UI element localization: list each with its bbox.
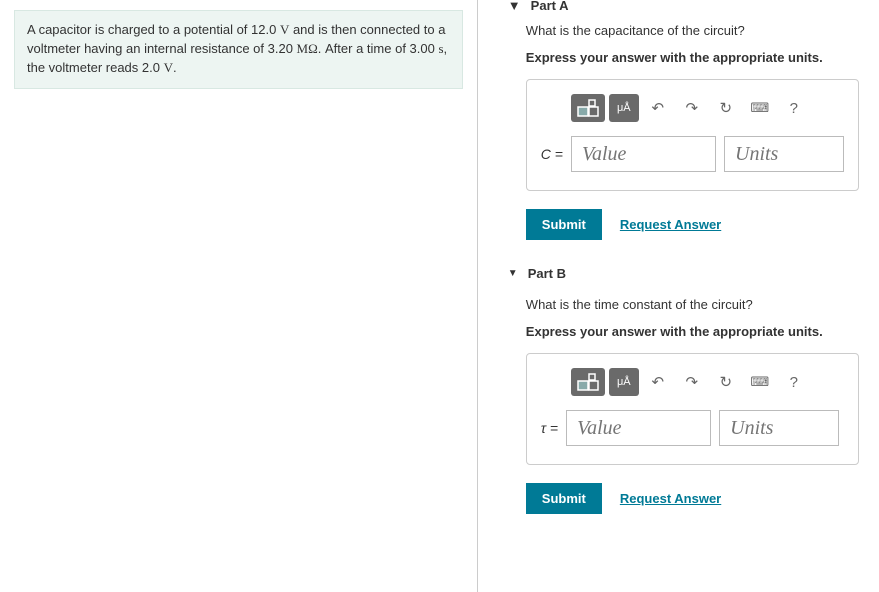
problem-statement: A capacitor is charged to a potential of…: [14, 10, 463, 89]
part-a-question: What is the capacitance of the circuit?: [526, 23, 859, 38]
unit-mohm: MΩ: [297, 41, 318, 56]
unit-v: V: [164, 60, 173, 75]
part-a-answer-row: C =: [541, 136, 844, 172]
part-b-toolbar: μÅ ↶ ↷ ↻ ⌨ ?: [571, 368, 844, 396]
part-b-answer-row: τ =: [541, 410, 844, 446]
part-b-variable: τ =: [541, 420, 558, 436]
part-a-variable: C =: [541, 146, 563, 162]
part-a-value-input[interactable]: [571, 136, 716, 172]
part-a-request-answer-link[interactable]: Request Answer: [620, 217, 721, 232]
part-b-request-answer-link[interactable]: Request Answer: [620, 491, 721, 506]
part-a-units-input[interactable]: [724, 136, 844, 172]
reset-icon[interactable]: ↻: [711, 94, 741, 122]
problem-text: A capacitor is charged to a potential of…: [27, 22, 280, 37]
redo-icon[interactable]: ↷: [677, 94, 707, 122]
chevron-down-icon: ▼: [508, 0, 521, 13]
help-icon[interactable]: ?: [779, 368, 809, 396]
left-panel: A capacitor is charged to a potential of…: [0, 0, 477, 592]
part-b-label: Part B: [528, 266, 566, 281]
part-b-value-input[interactable]: [566, 410, 711, 446]
keyboard-icon[interactable]: ⌨: [745, 94, 775, 122]
undo-icon[interactable]: ↶: [643, 94, 673, 122]
part-b-question: What is the time constant of the circuit…: [526, 297, 859, 312]
help-icon[interactable]: ?: [779, 94, 809, 122]
right-panel: ▼ Part A What is the capacitance of the …: [477, 0, 879, 592]
part-b-units-input[interactable]: [719, 410, 839, 446]
part-b-header[interactable]: ▼ Part B: [498, 258, 859, 287]
keyboard-icon[interactable]: ⌨: [745, 368, 775, 396]
part-b-body: What is the time constant of the circuit…: [498, 287, 859, 532]
redo-icon[interactable]: ↷: [677, 368, 707, 396]
part-b-instruction: Express your answer with the appropriate…: [526, 324, 859, 339]
part-a-toolbar: μÅ ↶ ↷ ↻ ⌨ ?: [571, 94, 844, 122]
problem-text: . After a time of 3.00: [318, 41, 439, 56]
template-icon[interactable]: [571, 368, 605, 396]
problem-text: .: [173, 60, 177, 75]
part-b-submit-row: Submit Request Answer: [526, 483, 859, 514]
part-a-header[interactable]: ▼ Part A: [498, 0, 859, 13]
part-a-label: Part A: [531, 0, 569, 13]
units-picker-button[interactable]: μÅ: [609, 368, 639, 396]
reset-icon[interactable]: ↻: [711, 368, 741, 396]
part-a-instruction: Express your answer with the appropriate…: [526, 50, 859, 65]
template-icon[interactable]: [571, 94, 605, 122]
unit-v: V: [280, 22, 289, 37]
chevron-down-icon: ▼: [508, 268, 518, 279]
part-a-submit-row: Submit Request Answer: [526, 209, 859, 240]
units-picker-button[interactable]: μÅ: [609, 94, 639, 122]
part-a-body: What is the capacitance of the circuit? …: [498, 13, 859, 258]
part-a-input-panel: μÅ ↶ ↷ ↻ ⌨ ? C =: [526, 79, 859, 191]
undo-icon[interactable]: ↶: [643, 368, 673, 396]
part-b-input-panel: μÅ ↶ ↷ ↻ ⌨ ? τ =: [526, 353, 859, 465]
part-a-submit-button[interactable]: Submit: [526, 209, 602, 240]
part-b-submit-button[interactable]: Submit: [526, 483, 602, 514]
